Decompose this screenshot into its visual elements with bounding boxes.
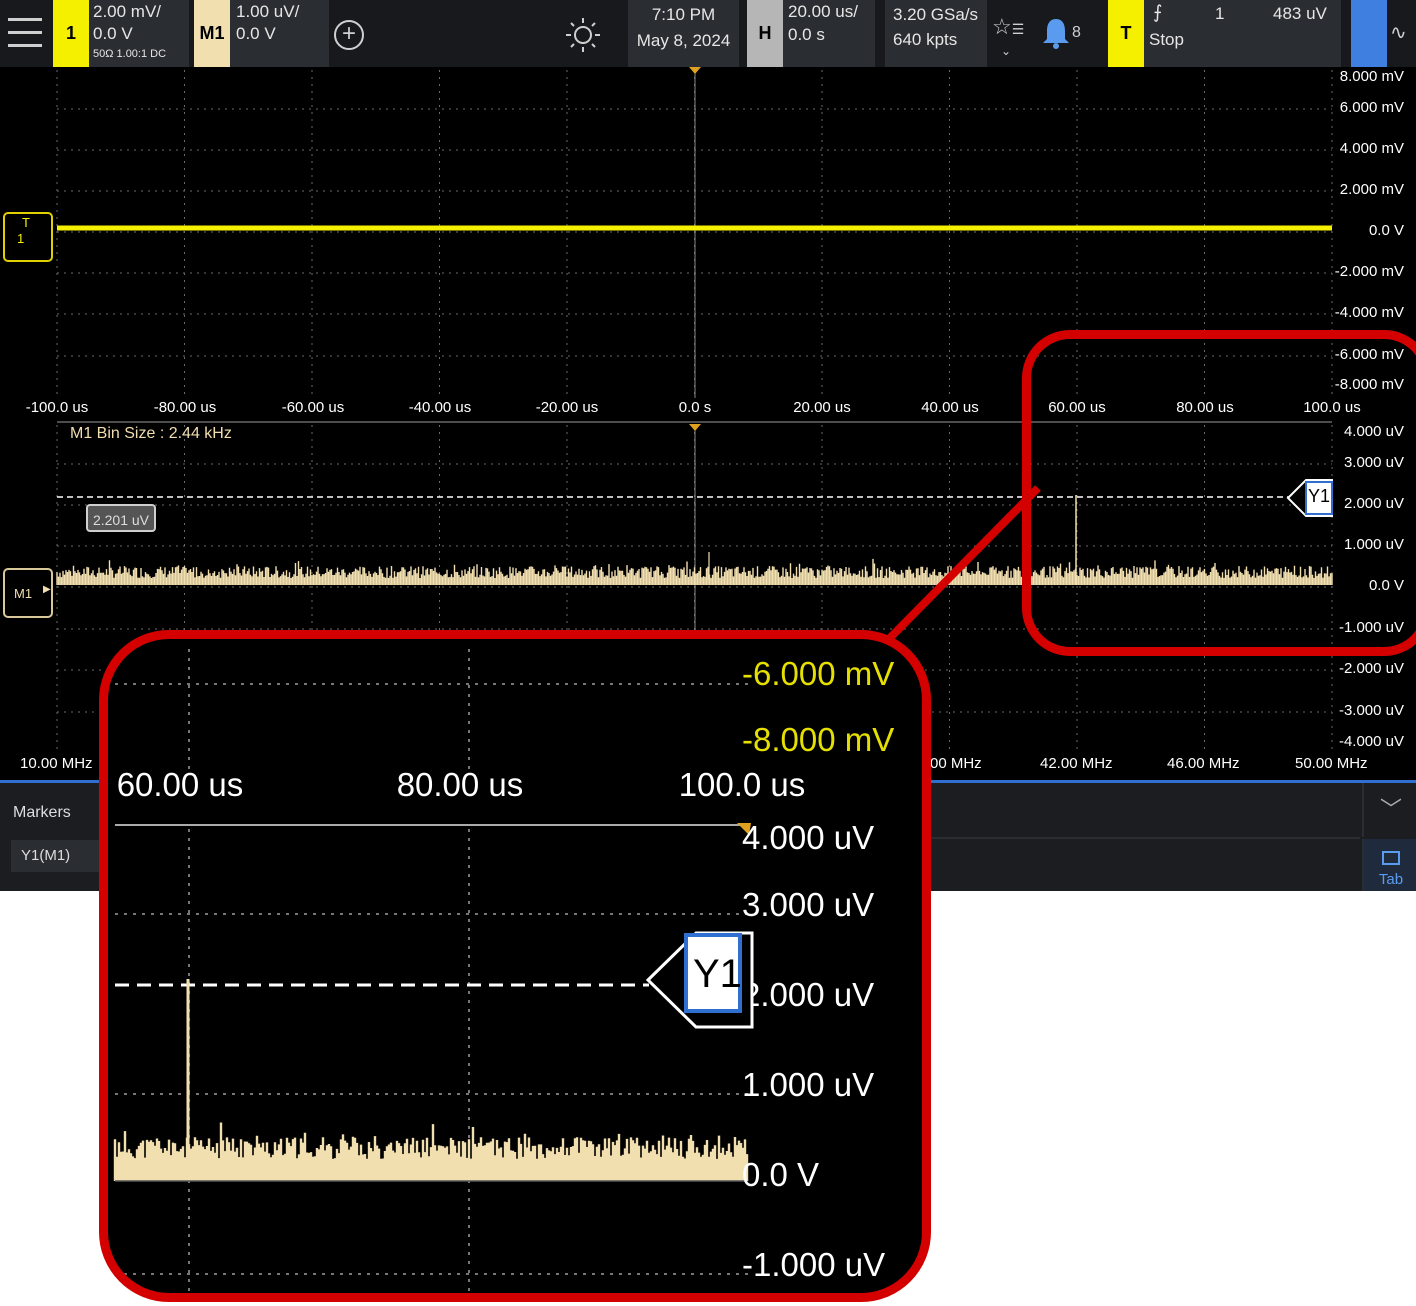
- tab-button[interactable]: Tab: [1362, 839, 1416, 891]
- tab-label: Tab: [1378, 871, 1404, 888]
- zoom-time-label: 80.00 us: [396, 766, 524, 803]
- markers-title: Markers: [13, 804, 71, 821]
- zoom-upper-y-label: -6.000 mV: [742, 655, 895, 692]
- zoom-upper-y-label: -8.000 mV: [742, 721, 895, 758]
- zoom-m1-trace: [113, 1122, 749, 1181]
- zoom-inset: -6.000 mV -8.000 mV 60.00 us 80.00 us 100.0 …: [99, 630, 931, 1302]
- markers-divider: [930, 837, 1360, 839]
- zoom-lower-y-label: 0.0 V: [742, 1156, 820, 1193]
- zoom-lower-y-label: 1.000 uV: [742, 1066, 875, 1103]
- zoom-y1-label: Y1: [693, 952, 742, 996]
- chevron-down-icon[interactable]: ﹀: [1362, 783, 1416, 837]
- zoom-y1-cursor-handle: Y1: [640, 925, 755, 1040]
- zoom-lower-y-label: 4.000 uV: [742, 819, 875, 856]
- zoom-lower-y-label: -1.000 uV: [742, 1246, 886, 1283]
- marker-item-y1[interactable]: Y1(M1): [11, 840, 101, 872]
- zoom-time-label: 60.00 us: [116, 766, 244, 803]
- zoom-lower-y-label: 2.000 uV: [742, 976, 875, 1013]
- zoom-lower-y-label: 3.000 uV: [742, 886, 875, 923]
- zoom-time-label: 100.0 us: [678, 766, 806, 803]
- tab-icon: [1382, 851, 1400, 865]
